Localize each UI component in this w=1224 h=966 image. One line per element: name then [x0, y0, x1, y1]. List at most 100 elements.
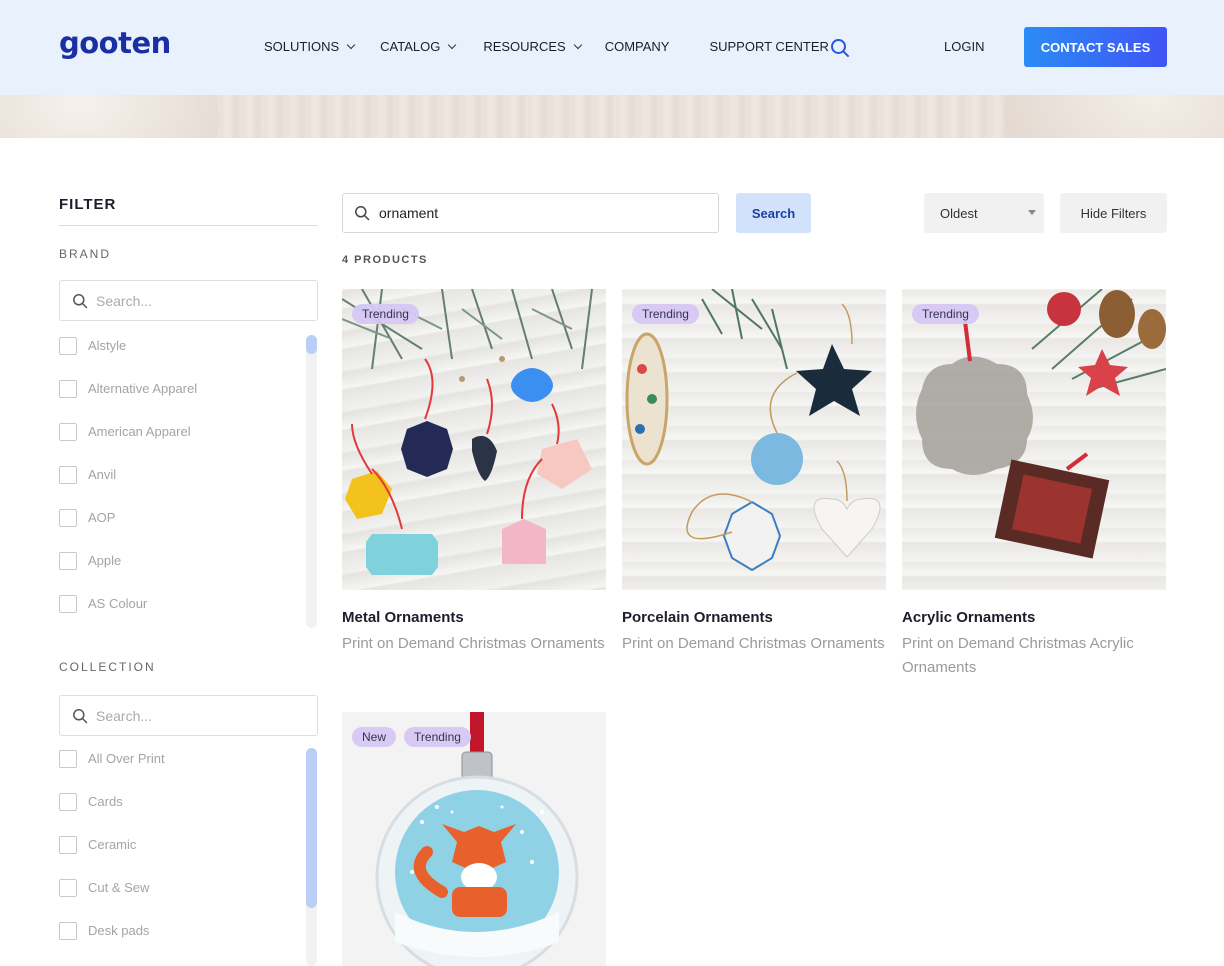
checkbox-label: Alstyle [88, 338, 127, 353]
search-button[interactable]: Search [736, 193, 811, 233]
collection-option[interactable]: Cut & Sew [59, 866, 299, 909]
brand-option[interactable]: Anvil [59, 453, 299, 496]
brand-option[interactable]: AS Colour [59, 582, 299, 625]
checkbox-label: Ceramic [88, 837, 137, 852]
filter-title: FILTER [59, 196, 117, 213]
checkbox[interactable] [59, 379, 77, 398]
checkbox[interactable] [59, 792, 77, 811]
product-card[interactable]: Trending Porcelain Ornaments Print on De… [622, 289, 886, 656]
collection-option[interactable]: Cards [59, 780, 299, 823]
checkbox[interactable] [59, 749, 77, 768]
divider [59, 225, 318, 226]
checkbox[interactable] [59, 921, 77, 940]
nav-resources[interactable]: RESOURCES [483, 39, 582, 54]
product-count: 4 PRODUCTS [342, 254, 428, 266]
chevron-down-icon [346, 40, 356, 50]
checkbox-label: Alternative Apparel [88, 381, 198, 396]
product-title[interactable]: Porcelain Ornaments [622, 609, 886, 626]
nav-support-center[interactable]: SUPPORT CENTER [709, 39, 828, 54]
trending-badge: Trending [912, 304, 979, 324]
trending-badge: Trending [352, 304, 419, 324]
nav-label: CATALOG [380, 39, 441, 54]
brand-section-label: BRAND [59, 247, 112, 261]
checkbox-label: Cards [88, 794, 123, 809]
brand-option[interactable]: American Apparel [59, 410, 299, 453]
product-subtitle: Print on Demand Christmas Acrylic Orname… [902, 635, 1134, 676]
badge-group: Trending [352, 304, 419, 324]
collection-option[interactable]: Ceramic [59, 823, 299, 866]
collection-option[interactable]: All Over Print [59, 737, 299, 780]
checkbox[interactable] [59, 422, 77, 441]
checkbox[interactable] [59, 835, 77, 854]
product-image[interactable]: Trending [622, 289, 886, 590]
product-image[interactable]: Trending [342, 289, 606, 590]
checkbox[interactable] [59, 508, 77, 527]
checkbox[interactable] [59, 336, 77, 355]
product-search-input[interactable] [379, 205, 699, 221]
checkbox-label: All Over Print [88, 751, 165, 766]
product-title[interactable]: Acrylic Ornaments [902, 609, 1166, 626]
badge-group: Trending [632, 304, 699, 324]
site-header: gooten SOLUTIONS CATALOG RESOURCES COMPA… [0, 0, 1224, 95]
checkbox-label: AS Colour [88, 596, 148, 611]
main-nav: SOLUTIONS CATALOG RESOURCES COMPANY SUPP… [264, 39, 853, 54]
collection-search-input[interactable] [96, 707, 296, 724]
contact-sales-button[interactable]: CONTACT SALES [1024, 27, 1167, 67]
product-image[interactable]: Trending [902, 289, 1166, 590]
acrylic-ornaments-photo [916, 289, 1166, 559]
trending-badge: Trending [632, 304, 699, 324]
checkbox[interactable] [59, 551, 77, 570]
glass-ball-ornament-photo [375, 712, 579, 966]
search-icon[interactable] [830, 38, 850, 58]
search-icon [73, 293, 88, 308]
product-image[interactable]: New Trending [342, 712, 606, 966]
brand-search-field [59, 280, 318, 321]
chevron-down-icon [573, 40, 582, 50]
nav-catalog[interactable]: CATALOG [380, 39, 457, 54]
nav-label: SUPPORT CENTER [709, 39, 829, 54]
brand-search-input[interactable] [96, 292, 296, 309]
checkbox-label: Cut & Sew [88, 880, 150, 895]
checkbox-label: AOP [88, 510, 116, 525]
scroll-thumb[interactable] [306, 748, 317, 908]
login-link[interactable]: LOGIN [944, 39, 984, 54]
brand-scrollbar[interactable] [306, 335, 317, 628]
nav-solutions[interactable]: SOLUTIONS [264, 39, 356, 54]
nav-company[interactable]: COMPANY [605, 39, 670, 54]
search-icon [355, 206, 370, 221]
brand-option[interactable]: Apple [59, 539, 299, 582]
brand-option[interactable]: Alstyle [59, 324, 299, 367]
checkbox[interactable] [59, 594, 77, 613]
product-card[interactable]: Trending Metal Ornaments Print on Demand… [342, 289, 606, 656]
scroll-thumb[interactable] [306, 335, 317, 354]
product-card[interactable]: New Trending [342, 712, 606, 966]
product-subtitle: Print on Demand Christmas Ornaments [622, 635, 885, 652]
checkbox-label: Apple [88, 553, 122, 568]
checkbox[interactable] [59, 878, 77, 897]
porcelain-ornaments-photo [625, 289, 881, 572]
brand-option[interactable]: Alternative Apparel [59, 367, 299, 410]
checkbox[interactable] [59, 465, 77, 484]
product-card[interactable]: Trending Acrylic Ornaments Print on Dema… [902, 289, 1166, 680]
search-icon [73, 708, 88, 723]
logo[interactable]: gooten [59, 26, 171, 60]
collection-checkbox-list: All Over Print Cards Ceramic Cut & Sew D… [59, 737, 299, 952]
collection-option[interactable]: Desk pads [59, 909, 299, 952]
collection-section-label: COLLECTION [59, 660, 156, 674]
collection-search-field [59, 695, 318, 736]
trending-badge: Trending [404, 727, 471, 747]
checkbox-label: Desk pads [88, 923, 150, 938]
nav-label: COMPANY [604, 39, 670, 54]
checkbox-label: American Apparel [88, 424, 191, 439]
brand-option[interactable]: AOP [59, 496, 299, 539]
collection-scrollbar[interactable] [306, 748, 317, 966]
product-search-field [342, 193, 719, 233]
product-title[interactable]: Metal Ornaments [342, 609, 606, 626]
new-badge: New [352, 727, 397, 747]
nav-label: RESOURCES [483, 39, 566, 54]
badge-group: New Trending [352, 727, 471, 747]
hide-filters-button[interactable]: Hide Filters [1060, 193, 1167, 233]
sort-select[interactable]: Oldest [924, 193, 1044, 233]
badge-group: Trending [912, 304, 979, 324]
sort-value: Oldest [940, 205, 978, 221]
